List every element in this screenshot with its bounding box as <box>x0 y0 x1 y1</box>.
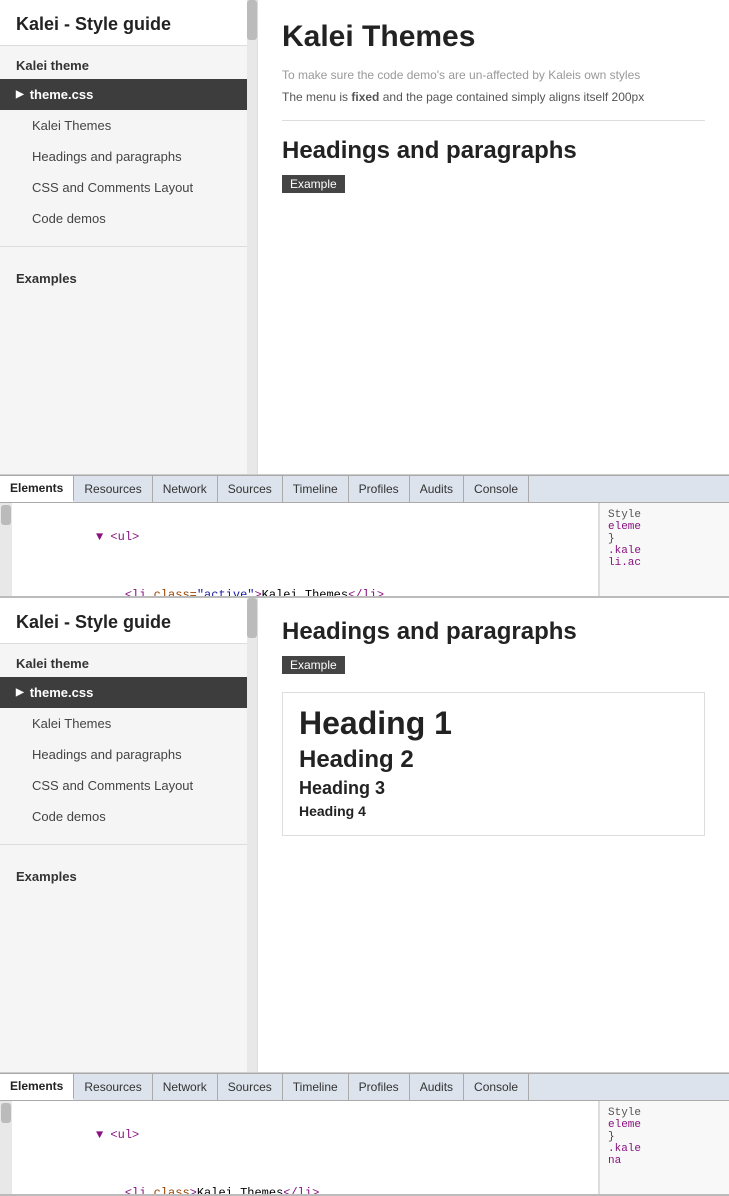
sidebar-examples-label-top: Examples <box>0 259 257 292</box>
sidebar-bottom: Kalei - Style guide Kalei theme ▶ theme.… <box>0 598 258 1072</box>
info-prefix: The menu is <box>282 90 351 104</box>
style-label-top: Style <box>608 509 721 521</box>
devtools-panel-top: ▼ <ul> <li class="active">Kalei Themes</… <box>0 503 729 598</box>
sidebar-nav-item-headings-bottom[interactable]: Headings and paragraphs <box>0 739 257 770</box>
sidebar-nav-bottom: Kalei Themes Headings and paragraphs CSS… <box>0 708 257 832</box>
info-bold: fixed <box>351 90 379 104</box>
devtools-bar-bottom: Elements Resources Network Sources Timel… <box>0 1073 729 1101</box>
info-suffix: and the page contained simply aligns its… <box>379 90 644 104</box>
devtools-code-bottom: ▼ <ul> <li class>Kalei Themes</li> <li>H… <box>12 1101 599 1194</box>
devtools-tab-console-bottom[interactable]: Console <box>464 1074 529 1100</box>
devtools-tab-audits-top[interactable]: Audits <box>410 476 464 502</box>
devtools-tab-console-top[interactable]: Console <box>464 476 529 502</box>
devtools-tab-resources-bottom[interactable]: Resources <box>74 1074 152 1100</box>
heading-2: Heading 2 <box>299 746 688 774</box>
example-badge-top: Example <box>282 175 345 193</box>
devtools-tab-timeline-bottom[interactable]: Timeline <box>283 1074 349 1100</box>
devtools-tab-resources-top[interactable]: Resources <box>74 476 152 502</box>
screenshot-container: Kalei - Style guide Kalei theme ▶ theme.… <box>0 0 729 1196</box>
style-line-3-bottom: .kale <box>608 1143 721 1155</box>
sidebar-scrollbar-thumb-bottom <box>247 598 257 638</box>
subtitle-top: To make sure the code demo's are un-affe… <box>282 68 705 82</box>
style-line-4-top: li.ac <box>608 557 721 569</box>
heading-4: Heading 4 <box>299 803 688 819</box>
main-content-bottom: Headings and paragraphs Example Heading … <box>258 598 729 1072</box>
info-text-top: The menu is fixed and the page contained… <box>282 90 705 104</box>
style-line-3-top: .kale <box>608 545 721 557</box>
devtools-bar-top: Elements Resources Network Sources Timel… <box>0 475 729 503</box>
style-line-2-top: } <box>608 533 721 545</box>
sidebar-nav-top: Kalei Themes Headings and paragraphs CSS… <box>0 110 257 234</box>
heading-3: Heading 3 <box>299 778 688 799</box>
sidebar-title-top: Kalei - Style guide <box>0 0 257 46</box>
sidebar-nav-item-css-bottom[interactable]: CSS and Comments Layout <box>0 770 257 801</box>
devtools-tab-sources-top[interactable]: Sources <box>218 476 283 502</box>
sidebar-title-bottom: Kalei - Style guide <box>0 598 257 644</box>
sidebar-scrollbar-bottom[interactable] <box>247 598 257 1072</box>
devtools-styles-top: Style eleme } .kale li.ac <box>599 503 729 596</box>
sidebar-theme-item-top[interactable]: ▶ theme.css <box>0 79 257 110</box>
devtools-tab-elements-top[interactable]: Elements <box>0 476 74 502</box>
sidebar-nav-item-kalei-themes-top[interactable]: Kalei Themes <box>0 110 257 141</box>
devtools-tab-elements-bottom[interactable]: Elements <box>0 1074 74 1100</box>
devtools-code-top: ▼ <ul> <li class="active">Kalei Themes</… <box>12 503 599 596</box>
style-line-4-bottom: na <box>608 1155 721 1167</box>
devtools-panel-bottom: ▼ <ul> <li class>Kalei Themes</li> <li>H… <box>0 1101 729 1196</box>
sidebar-nav-item-headings-top[interactable]: Headings and paragraphs <box>0 141 257 172</box>
devtools-scrollbar-v-top[interactable] <box>0 503 12 596</box>
devtools-tab-network-top[interactable]: Network <box>153 476 218 502</box>
sidebar-nav-item-kalei-themes-bottom[interactable]: Kalei Themes <box>0 708 257 739</box>
sidebar-nav-item-code-bottom[interactable]: Code demos <box>0 801 257 832</box>
panel-top: Kalei - Style guide Kalei theme ▶ theme.… <box>0 0 729 475</box>
devtools-tab-sources-bottom[interactable]: Sources <box>218 1074 283 1100</box>
style-line-1-bottom: eleme <box>608 1119 721 1131</box>
devtools-tab-audits-bottom[interactable]: Audits <box>410 1074 464 1100</box>
style-line-1-top: eleme <box>608 521 721 533</box>
devtools-scrollbar-thumb-bottom <box>1 1103 11 1123</box>
example-badge-bottom: Example <box>282 656 345 674</box>
chevron-right-icon-bottom: ▶ <box>16 687 24 698</box>
style-label-bottom: Style <box>608 1107 721 1119</box>
devtools-scrollbar-thumb-top <box>1 505 11 525</box>
sidebar-examples-label-bottom: Examples <box>0 857 257 890</box>
sidebar-nav-item-code-top[interactable]: Code demos <box>0 203 257 234</box>
page-title-top: Kalei Themes <box>282 20 705 54</box>
section-heading-bottom: Headings and paragraphs <box>282 618 705 646</box>
sidebar-top: Kalei - Style guide Kalei theme ▶ theme.… <box>0 0 258 474</box>
devtools-tab-network-bottom[interactable]: Network <box>153 1074 218 1100</box>
sidebar-scrollbar-thumb-top <box>247 0 257 40</box>
code-line-0-top: ▼ <ul> <box>24 530 139 563</box>
code-line-1-bottom: <li class>Kalei Themes</li> <box>24 1186 319 1194</box>
panel-bottom: Kalei - Style guide Kalei theme ▶ theme.… <box>0 598 729 1073</box>
devtools-tab-profiles-bottom[interactable]: Profiles <box>349 1074 410 1100</box>
devtools-styles-bottom: Style eleme } .kale na <box>599 1101 729 1194</box>
chevron-right-icon: ▶ <box>16 89 24 100</box>
devtools-tab-profiles-top[interactable]: Profiles <box>349 476 410 502</box>
sidebar-theme-item-bottom[interactable]: ▶ theme.css <box>0 677 257 708</box>
devtools-scrollbar-v-bottom[interactable] <box>0 1101 12 1194</box>
style-line-2-bottom: } <box>608 1131 721 1143</box>
sidebar-nav-item-css-top[interactable]: CSS and Comments Layout <box>0 172 257 203</box>
code-line-0-bottom: ▼ <ul> <box>24 1128 139 1161</box>
headings-preview: Heading 1 Heading 2 Heading 3 Heading 4 <box>282 692 705 836</box>
devtools-tab-timeline-top[interactable]: Timeline <box>283 476 349 502</box>
sidebar-theme-label-top: Kalei theme <box>0 46 257 79</box>
sidebar-scrollbar-top[interactable] <box>247 0 257 474</box>
sidebar-theme-label-bottom: Kalei theme <box>0 644 257 677</box>
code-line-1-top: <li class="active">Kalei Themes</li> <box>24 588 384 596</box>
heading-1: Heading 1 <box>299 705 688 742</box>
main-content-top: Kalei Themes To make sure the code demo'… <box>258 0 729 474</box>
section-heading-top: Headings and paragraphs <box>282 137 705 165</box>
